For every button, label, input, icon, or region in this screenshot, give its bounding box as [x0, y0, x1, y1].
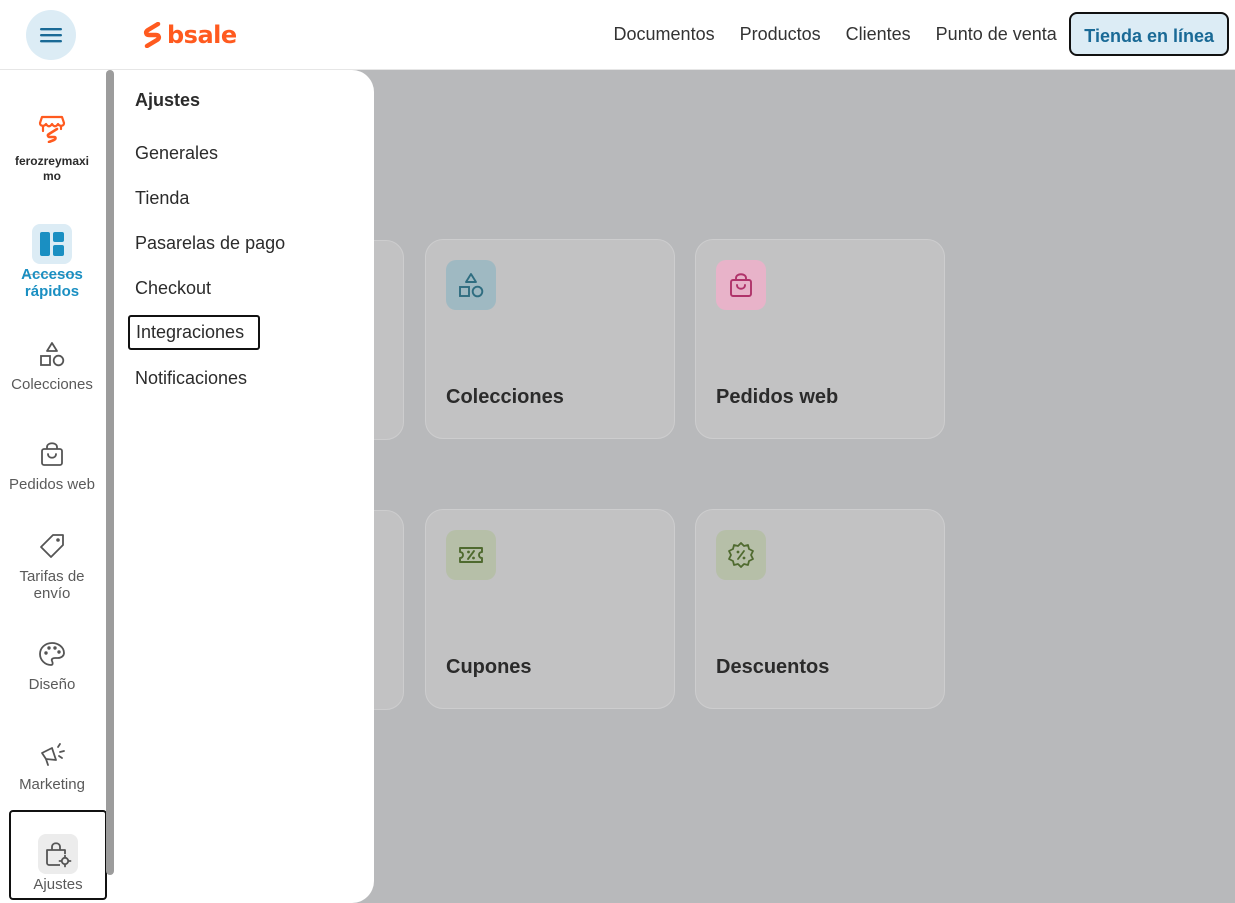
- bsale-logo-icon: [143, 22, 162, 48]
- nav-productos[interactable]: Productos: [727, 12, 833, 56]
- sidebar-scrollbar[interactable]: [106, 70, 114, 875]
- quick-access-icon: [32, 224, 72, 264]
- palette-icon: [32, 634, 72, 674]
- sidebar-rail: ferozreymaxi mo Accesos rápidos Coleccio…: [0, 70, 107, 903]
- sidebar-item-label: Ajustes: [33, 876, 83, 893]
- discount-badge-icon: [716, 530, 766, 580]
- nav-punto-de-venta[interactable]: Punto de venta: [923, 12, 1069, 56]
- sidebar-item-marketing[interactable]: Marketing: [0, 734, 104, 793]
- card-title: Cupones: [446, 656, 532, 678]
- submenu-item-tienda[interactable]: Tienda: [135, 188, 189, 209]
- submenu-item-notificaciones[interactable]: Notificaciones: [135, 368, 247, 389]
- submenu-title: Ajustes: [135, 90, 201, 110]
- shopping-bag-icon: [32, 434, 72, 474]
- megaphone-icon: [32, 734, 72, 774]
- top-navigation: Documentos Productos Clientes Punto de v…: [601, 12, 1229, 56]
- sidebar-item-label: Pedidos web: [9, 476, 95, 493]
- sidebar-item-label: Accesos rápidos: [21, 266, 83, 300]
- nav-documentos[interactable]: Documentos: [601, 12, 727, 56]
- shopping-bag-icon: [716, 260, 766, 310]
- card-title: Descuentos: [716, 656, 830, 678]
- hamburger-menu-button[interactable]: [26, 10, 76, 60]
- shapes-icon: [32, 334, 72, 374]
- sidebar-item-label: Colecciones: [11, 376, 93, 393]
- sidebar-item-label: Diseño: [28, 676, 76, 693]
- sidebar-item-diseno[interactable]: Diseño: [0, 634, 104, 693]
- sidebar-item-accesos-rapidos[interactable]: Accesos rápidos: [0, 224, 104, 300]
- sidebar-item-label: Tarifas de envío: [19, 568, 85, 602]
- card-colecciones[interactable]: Colecciones: [425, 239, 675, 439]
- sidebar-item-pedidos-web[interactable]: Pedidos web: [0, 434, 104, 493]
- submenu-item-generales[interactable]: Generales: [135, 143, 218, 164]
- nav-clientes[interactable]: Clientes: [833, 12, 923, 56]
- card-cupones[interactable]: Cupones: [425, 509, 675, 709]
- sidebar-item-colecciones[interactable]: Colecciones: [0, 334, 104, 393]
- card-pedidos-web[interactable]: Pedidos web: [695, 239, 945, 439]
- nav-tienda-en-linea[interactable]: Tienda en línea: [1069, 12, 1229, 56]
- submenu-item-checkout[interactable]: Checkout: [135, 278, 211, 299]
- sidebar-item-tarifas-de-envio[interactable]: Tarifas de envío: [0, 526, 104, 602]
- hamburger-menu-icon: [40, 28, 62, 43]
- bsale-logo[interactable]: bsale: [142, 20, 237, 50]
- top-header: bsale Documentos Productos Clientes Punt…: [0, 0, 1235, 70]
- submenu-item-integraciones[interactable]: Integraciones: [128, 315, 261, 350]
- sidebar-item-ajustes[interactable]: Ajustes: [9, 810, 107, 900]
- sidebar-item-label: Marketing: [19, 776, 85, 793]
- store-selector[interactable]: ferozreymaxi mo: [0, 108, 104, 184]
- coupon-icon: [446, 530, 496, 580]
- card-descuentos[interactable]: Descuentos: [695, 509, 945, 709]
- submenu-item-pasarelas-de-pago[interactable]: Pasarelas de pago: [135, 233, 285, 254]
- ajustes-submenu-panel: Ajustes Generales Tienda Pasarelas de pa…: [114, 70, 374, 903]
- shapes-icon: [446, 260, 496, 310]
- tag-icon: [32, 526, 72, 566]
- card-title: Pedidos web: [716, 386, 839, 408]
- card-title: Colecciones: [446, 386, 564, 408]
- store-name: ferozreymaxi mo: [14, 154, 90, 183]
- logo-text: bsale: [167, 21, 237, 49]
- bag-settings-icon: [38, 834, 78, 874]
- store-icon: [32, 108, 72, 148]
